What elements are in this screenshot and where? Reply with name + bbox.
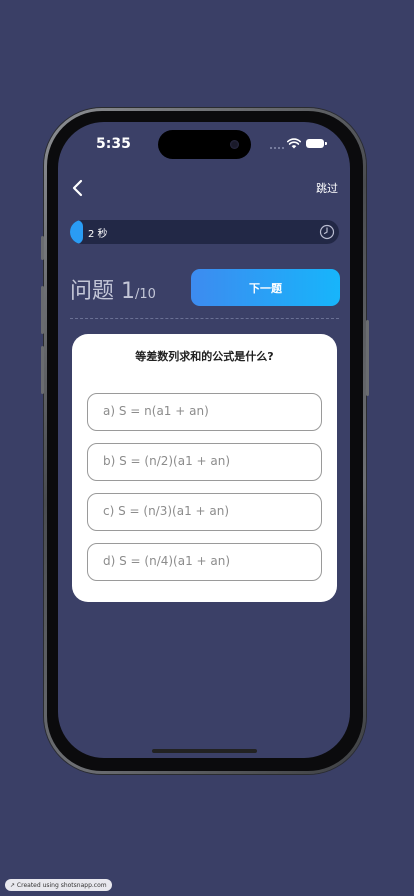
question-counter: 问题 1/10 — [70, 273, 156, 305]
action-button — [41, 236, 44, 260]
option-label: a) S = n(a1 + an) — [103, 404, 209, 418]
back-chevron-icon[interactable] — [68, 178, 88, 198]
home-indicator — [152, 749, 257, 753]
question-text: 等差数列求和的公式是什么? — [135, 350, 274, 363]
option-label: d) S = (n/4)(a1 + an) — [103, 554, 231, 568]
dynamic-island — [158, 130, 251, 159]
option-label: c) S = (n/3)(a1 + an) — [103, 504, 230, 518]
volume-down-button — [41, 346, 44, 394]
option-a[interactable]: a) S = n(a1 + an) — [87, 393, 322, 431]
question-card: 等差数列求和的公式是什么? a) S = n(a1 + an) b) S = (… — [72, 334, 337, 602]
status-time: 5:35 — [96, 136, 131, 152]
question-number: 1 — [121, 279, 136, 304]
battery-icon — [306, 139, 327, 148]
camera-icon — [230, 140, 239, 149]
app-screen: 5:35 跳过 2 秒 问题 1/10 下一题 等差数列求和的公式是什么? a)… — [58, 122, 350, 758]
volume-up-button — [41, 286, 44, 334]
skip-button[interactable]: 跳过 — [316, 180, 338, 196]
option-label: b) S = (n/2)(a1 + an) — [103, 454, 231, 468]
dashed-divider — [70, 318, 339, 319]
option-c[interactable]: c) S = (n/3)(a1 + an) — [87, 493, 322, 531]
timer-progress-fill — [70, 220, 84, 244]
cellular-signal-icon — [270, 147, 284, 149]
clock-icon — [319, 224, 335, 240]
timer-text: 2 秒 — [88, 229, 108, 240]
question-total: /10 — [135, 287, 156, 302]
credit-badge[interactable]: ↗ Created using shotsnapp.com — [5, 879, 112, 891]
option-b[interactable]: b) S = (n/2)(a1 + an) — [87, 443, 322, 481]
power-button — [366, 320, 369, 396]
option-d[interactable]: d) S = (n/4)(a1 + an) — [87, 543, 322, 581]
wifi-icon — [287, 138, 301, 149]
next-question-button[interactable]: 下一题 — [191, 269, 340, 306]
timer-progress-bar: 2 秒 — [70, 220, 339, 244]
question-label: 问题 — [70, 279, 115, 304]
